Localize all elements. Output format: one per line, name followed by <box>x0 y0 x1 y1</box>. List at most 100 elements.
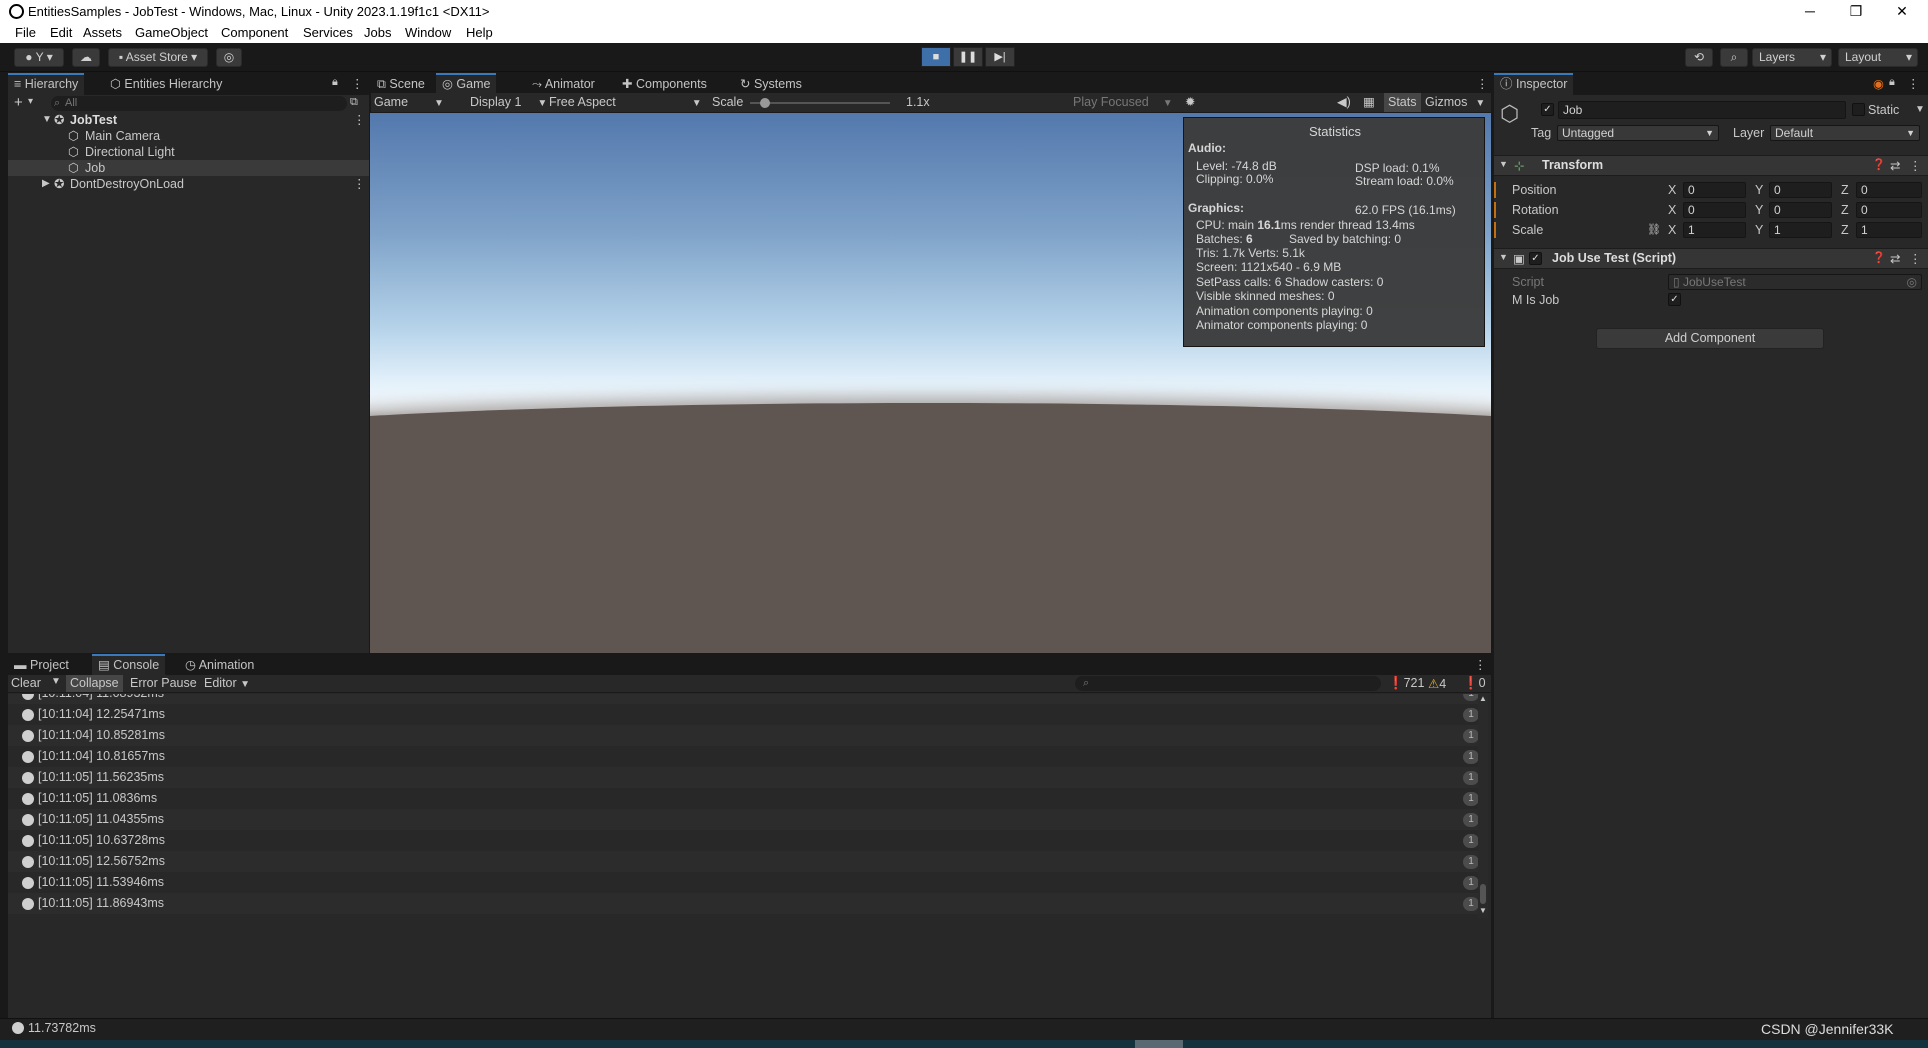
scroll-up-icon[interactable]: ▲ <box>1479 694 1487 703</box>
foldout-arrow-icon[interactable]: ▼ <box>1499 159 1508 169</box>
position-x-field[interactable]: 0 <box>1683 182 1746 198</box>
console-row[interactable]: [10:11:04] 11.08932ms 1 <box>8 694 1486 704</box>
layout-dropdown[interactable]: Layout ▾ <box>1838 48 1918 67</box>
menu-edit[interactable]: Edit <box>50 25 72 40</box>
rotation-y-field[interactable]: 0 <box>1769 202 1832 218</box>
keyboard-icon[interactable]: ▦ <box>1363 94 1375 109</box>
hierarchy-item-jobtest[interactable]: ▼ ✪ JobTest ⋮ <box>8 112 369 128</box>
clear-button[interactable]: Clear <box>11 676 41 690</box>
asset-store-dropdown[interactable]: ▪ Asset Store ▾ <box>108 48 208 67</box>
scale-slider[interactable] <box>750 102 890 104</box>
debug-icon[interactable]: ◉ <box>1873 76 1884 91</box>
console-row[interactable]: [10:11:04] 10.85281ms 1 <box>8 725 1486 746</box>
m-is-job-checkbox[interactable]: ✓ <box>1668 293 1681 306</box>
layers-dropdown[interactable]: Layers ▾ <box>1752 48 1832 67</box>
more-icon[interactable]: ⋮ <box>1474 657 1487 672</box>
error-pause-toggle[interactable]: Error Pause <box>130 676 197 690</box>
editor-dropdown[interactable]: Editor ▼ <box>204 676 250 690</box>
game-mode-dropdown[interactable]: Game ▼ <box>374 95 444 109</box>
warning-filter[interactable]: ⚠4 <box>1428 676 1446 691</box>
hierarchy-item-job[interactable]: ⬡ Job <box>8 160 369 176</box>
tag-dropdown[interactable]: Untagged ▼ <box>1557 125 1719 141</box>
collapse-toggle[interactable]: Collapse <box>66 675 123 692</box>
object-name-field[interactable]: Job <box>1558 101 1846 119</box>
collab-button[interactable]: ◎ <box>216 48 242 67</box>
info-filter[interactable]: ❗721 <box>1388 676 1424 691</box>
play-button[interactable]: ■ <box>921 47 951 67</box>
menu-assets[interactable]: Assets <box>83 25 122 40</box>
menu-help[interactable]: Help <box>466 25 493 40</box>
console-search-input[interactable]: ⌕ <box>1075 676 1381 691</box>
pause-button[interactable]: ❚❚ <box>953 47 983 67</box>
more-icon[interactable]: ⋮ <box>1907 76 1920 91</box>
tab-systems[interactable]: ↻ Systems <box>734 73 808 95</box>
hierarchy-search-input[interactable]: ⌕ All <box>51 96 347 111</box>
more-icon[interactable]: ⋮ <box>351 76 364 91</box>
console-row[interactable]: [10:11:04] 10.81657ms 1 <box>8 746 1486 767</box>
more-icon[interactable]: ⋮ <box>1909 251 1922 266</box>
more-icon[interactable]: ⋮ <box>1476 76 1489 91</box>
add-component-button[interactable]: Add Component <box>1596 328 1824 349</box>
scale-z-field[interactable]: 1 <box>1856 222 1922 238</box>
position-y-field[interactable]: 0 <box>1769 182 1832 198</box>
account-dropdown[interactable]: ● Y ▾ <box>14 48 64 67</box>
tab-game[interactable]: ◎ Game <box>436 73 497 95</box>
layer-dropdown[interactable]: Default ▼ <box>1770 125 1920 141</box>
tab-scene[interactable]: ⧉ Scene <box>371 73 431 95</box>
scale-y-field[interactable]: 1 <box>1769 222 1832 238</box>
rotation-z-field[interactable]: 0 <box>1856 202 1922 218</box>
menu-window[interactable]: Window <box>405 25 451 40</box>
tab-project[interactable]: ▬ Project <box>8 654 75 676</box>
tab-inspector[interactable]: ⓘ Inspector <box>1494 73 1574 95</box>
more-icon[interactable]: ⋮ <box>1909 158 1922 173</box>
stats-toggle[interactable]: Stats <box>1384 93 1421 112</box>
minimize-button[interactable]: ─ <box>1787 0 1833 24</box>
menu-component[interactable]: Component <box>221 25 288 40</box>
console-row[interactable]: [10:11:05] 11.53946ms 1 <box>8 872 1486 893</box>
chevron-down-icon[interactable]: ▼ <box>51 676 61 687</box>
step-button[interactable]: ▶| <box>985 47 1015 67</box>
tab-animator[interactable]: ⤳ Animator <box>526 73 601 95</box>
foldout-arrow-icon[interactable]: ▼ <box>1499 252 1508 262</box>
scale-x-field[interactable]: 1 <box>1683 222 1746 238</box>
preset-icon[interactable]: ⇄ <box>1890 251 1900 266</box>
scale-slider-thumb[interactable] <box>760 98 770 108</box>
expand-arrow-icon[interactable]: ▶ <box>42 176 50 192</box>
status-message[interactable]: 11.73782ms <box>28 1021 96 1035</box>
menu-jobs[interactable]: Jobs <box>364 25 391 40</box>
help-icon[interactable]: ❓ <box>1872 251 1886 264</box>
gizmos-dropdown[interactable]: Gizmos ▼ <box>1425 95 1485 109</box>
console-scrollbar[interactable]: ▲ ▼ <box>1478 694 1488 918</box>
scroll-down-icon[interactable]: ▼ <box>1479 906 1487 915</box>
static-checkbox[interactable] <box>1852 103 1865 116</box>
lock-icon[interactable]: 🔒︎ <box>332 76 338 89</box>
tab-hierarchy[interactable]: ≡ Hierarchy <box>8 73 85 95</box>
chevron-down-icon[interactable]: ▾ <box>28 96 33 107</box>
hierarchy-item-dontdestroyonload[interactable]: ▶ ✪ DontDestroyOnLoad ⋮ <box>8 176 369 192</box>
console-row[interactable]: [10:11:05] 11.04355ms 1 <box>8 809 1486 830</box>
console-row[interactable]: [10:11:05] 11.0836ms 1 <box>8 788 1486 809</box>
menu-file[interactable]: File <box>15 25 36 40</box>
console-row[interactable]: [10:11:05] 11.86943ms 1 <box>8 893 1486 914</box>
cloud-button[interactable]: ☁ <box>72 48 100 67</box>
transform-header[interactable]: ▼ ⊹ Transform ❓ ⇄ ⋮ <box>1494 155 1928 176</box>
more-icon[interactable]: ⋮ <box>353 112 366 128</box>
menu-services[interactable]: Services <box>303 25 353 40</box>
bug-icon[interactable]: ✹ <box>1185 94 1195 109</box>
speaker-icon[interactable]: ◀) <box>1337 94 1351 109</box>
play-focused-dropdown[interactable]: Play Focused ▼ <box>1073 95 1173 109</box>
script-enabled-checkbox[interactable]: ✓ <box>1529 252 1542 265</box>
position-z-field[interactable]: 0 <box>1856 182 1922 198</box>
expand-arrow-icon[interactable]: ▼ <box>42 112 52 128</box>
close-button[interactable]: ✕ <box>1879 0 1925 24</box>
console-row[interactable]: [10:11:05] 11.56235ms 1 <box>8 767 1486 788</box>
aspect-dropdown[interactable]: Free Aspect ▼ <box>549 95 702 109</box>
tab-components[interactable]: ✚ Components <box>616 73 713 95</box>
console-row[interactable]: [10:11:04] 12.25471ms 1 <box>8 704 1486 725</box>
hierarchy-item-main-camera[interactable]: ⬡ Main Camera <box>8 128 369 144</box>
scene-visibility-icon[interactable]: ⧉ <box>350 96 358 109</box>
error-filter[interactable]: ❗0 <box>1463 676 1486 691</box>
constrain-proportions-icon[interactable]: ⛓ <box>1647 222 1661 238</box>
rotation-x-field[interactable]: 0 <box>1683 202 1746 218</box>
display-dropdown[interactable]: Display 1 ▼ <box>470 95 547 109</box>
